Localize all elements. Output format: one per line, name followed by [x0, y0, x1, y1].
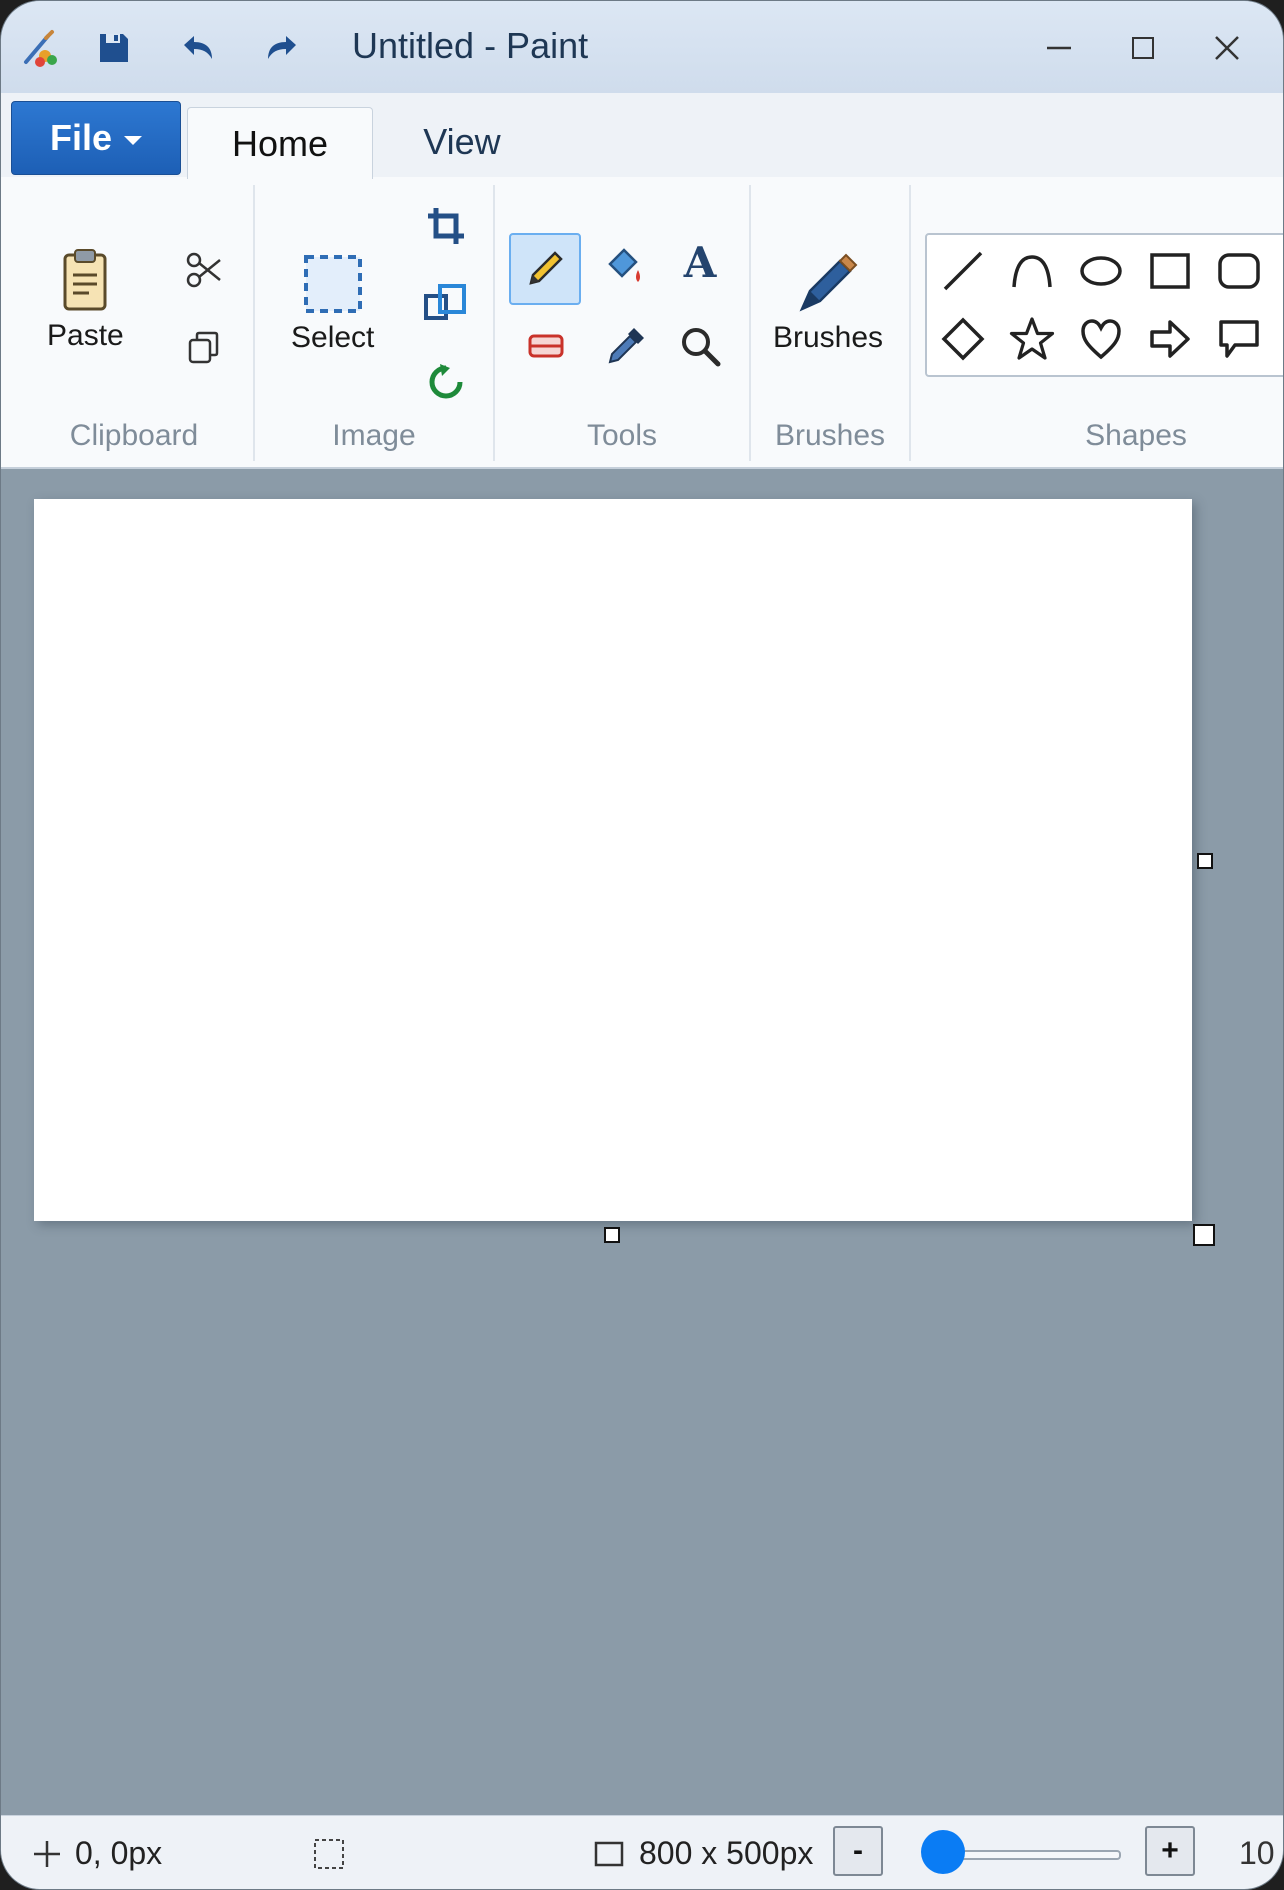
minimize-icon	[1047, 46, 1071, 50]
line-shape-icon[interactable]	[937, 245, 989, 297]
rounded-rectangle-shape-icon[interactable]	[1213, 245, 1265, 297]
ribbon-tab-row: File Home View	[1, 93, 1283, 179]
cut-icon[interactable]	[179, 245, 229, 295]
tab-view[interactable]: View	[391, 107, 533, 177]
select-label: Select	[291, 321, 375, 354]
magnifier-icon[interactable]	[671, 317, 729, 375]
save-icon[interactable]	[89, 23, 139, 73]
tab-home[interactable]: Home	[187, 107, 373, 179]
rectangle-shape-icon[interactable]	[1144, 245, 1196, 297]
diamond-shape-icon[interactable]	[937, 313, 989, 365]
curve-shape-icon[interactable]	[1006, 245, 1058, 297]
arrow-shape-icon[interactable]	[1144, 313, 1196, 365]
resize-handle-right[interactable]	[1197, 853, 1213, 869]
image-group-label: Image	[332, 419, 416, 452]
status-bar: 0, 0px 800 x 500px - + 10	[1, 1815, 1283, 1889]
selection-size-icon	[309, 1834, 349, 1874]
brushes-label: Brushes	[773, 321, 884, 354]
select-rectangle-icon	[303, 255, 362, 313]
drawing-canvas[interactable]	[34, 499, 1192, 1221]
title-bar: Untitled - Paint	[1, 1, 1283, 94]
color-picker-icon[interactable]	[597, 317, 655, 375]
window-title: Untitled - Paint	[352, 25, 589, 66]
zoom-slider-thumb[interactable]	[921, 1830, 965, 1874]
resize-handle-corner[interactable]	[1193, 1224, 1215, 1246]
copy-icon[interactable]	[179, 323, 229, 373]
cursor-position-icon	[27, 1834, 67, 1874]
close-button[interactable]	[1197, 23, 1257, 73]
canvas-size-icon	[591, 1836, 627, 1872]
paste-label: Paste	[47, 319, 124, 352]
zoom-level-text: 10	[1239, 1835, 1275, 1871]
shapes-group-label: Shapes	[1085, 419, 1187, 452]
close-icon	[1215, 36, 1239, 60]
paste-button[interactable]: Paste	[47, 247, 124, 353]
pencil-icon	[529, 251, 563, 285]
maximize-button[interactable]	[1113, 23, 1173, 73]
zoom-out-button[interactable]: -	[833, 1826, 883, 1876]
tools-group-label: Tools	[586, 419, 658, 452]
resize-handle-bottom[interactable]	[604, 1227, 620, 1243]
clipboard-icon	[63, 249, 107, 311]
star-shape-icon[interactable]	[1006, 313, 1058, 365]
paint-window: Untitled - Paint File Home View Paste Cl…	[0, 0, 1284, 1890]
oval-shape-icon[interactable]	[1075, 245, 1127, 297]
paint-app-icon	[15, 23, 65, 73]
maximize-icon	[1132, 37, 1154, 59]
zoom-slider-track[interactable]	[939, 1850, 1121, 1860]
pencil-tool-button[interactable]	[509, 233, 581, 305]
callout-shape-icon[interactable]	[1213, 313, 1265, 365]
zoom-in-button[interactable]: +	[1145, 1826, 1195, 1876]
crop-icon[interactable]	[421, 201, 471, 251]
ribbon: Paste Clipboard Select Image A Tools Bru…	[1, 177, 1283, 469]
heart-shape-icon[interactable]	[1075, 313, 1127, 365]
file-menu-button[interactable]: File	[11, 101, 181, 175]
resize-icon[interactable]	[421, 277, 471, 327]
brushes-group-label: Brushes	[774, 419, 886, 452]
rotate-icon[interactable]	[421, 357, 471, 407]
minimize-button[interactable]	[1029, 23, 1089, 73]
clipboard-group-label: Clipboard	[69, 419, 199, 452]
fill-icon[interactable]	[597, 237, 655, 295]
redo-icon[interactable]	[257, 23, 307, 73]
eraser-icon[interactable]	[517, 317, 575, 375]
brush-icon	[799, 253, 858, 312]
canvas-size-text: 800 x 500px	[639, 1835, 814, 1871]
undo-icon[interactable]	[173, 23, 223, 73]
chevron-down-icon	[124, 135, 142, 145]
file-menu-label: File	[49, 117, 112, 158]
brushes-button[interactable]: Brushes	[773, 251, 883, 355]
cursor-position-text: 0, 0px	[75, 1835, 163, 1871]
select-button[interactable]: Select	[291, 253, 374, 355]
text-tool-icon[interactable]: A	[671, 233, 729, 291]
